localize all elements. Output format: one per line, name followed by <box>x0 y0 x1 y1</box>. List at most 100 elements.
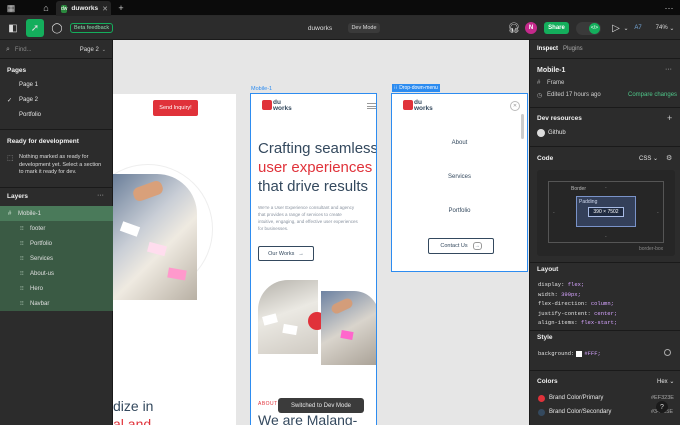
info-icon[interactable] <box>664 349 671 356</box>
logo-mark-icon <box>262 100 272 110</box>
content-size: 390 × 7502 <box>588 207 624 217</box>
dev-mode-badge[interactable]: Dev Mode <box>348 23 380 33</box>
autolayout-icon: ⁝⁝ <box>20 256 24 262</box>
send-inquiry-button[interactable]: Send Inquiry! <box>153 100 198 116</box>
layer-footer[interactable]: ⁝⁝ footer <box>0 221 113 236</box>
more-menu-icon[interactable]: ··· <box>660 0 678 16</box>
edited-time: Edited 17 hours ago <box>547 92 601 98</box>
dev-mode-toggle[interactable]: </> <box>576 21 601 35</box>
zoom-value: 74% <box>655 25 668 31</box>
desktop-frame[interactable]: Send Inquiry! dize in al and <box>113 94 236 425</box>
mobile-frame-label[interactable]: Mobile-1 <box>251 86 272 92</box>
tab-inspect[interactable]: Inspect <box>537 46 558 52</box>
layer-hero[interactable]: ⁝⁝ Hero <box>0 281 113 296</box>
code-line: justify-content: center; <box>538 309 617 319</box>
hamburger-icon[interactable] <box>367 103 376 109</box>
hero-line-2: user experiences <box>258 159 373 176</box>
menu-item-portfolio[interactable]: Portfolio <box>392 208 527 214</box>
margin-top-value: - <box>605 185 607 191</box>
padding-label: Padding <box>579 199 598 205</box>
share-button[interactable]: Share <box>544 22 569 34</box>
primary-color-name[interactable]: Brand Color/Primary <box>549 395 603 401</box>
layer-label: Hero <box>30 285 44 292</box>
user-avatar[interactable]: N <box>525 22 537 34</box>
code-language: CSS <box>639 156 652 162</box>
color-format-select[interactable]: Hex ⌄ <box>657 378 674 385</box>
margin-left-value: - <box>553 210 555 216</box>
selection-name: Mobile-1 <box>537 67 566 74</box>
search-icon: ⌕ <box>6 46 10 53</box>
layer-mobile-1[interactable]: # Mobile-1 <box>0 206 113 221</box>
code-language-select[interactable]: CSS ⌄ <box>639 155 658 162</box>
layout-code[interactable]: display: flex; width: 390px; flex-direct… <box>538 280 617 328</box>
layer-about-us[interactable]: ⁝⁝ About-us <box>0 266 113 281</box>
current-page-select[interactable]: Page 2 <box>80 47 99 53</box>
about-heading: We are Malang- <box>258 412 358 425</box>
toolbar: ◧ ➚ ◯ Beta feedback duworks Dev Mode 🎧︎ … <box>0 16 680 40</box>
selection-more-icon[interactable]: ··· <box>665 66 672 73</box>
tab-plugins[interactable]: Plugins <box>563 46 583 52</box>
code-title: Code <box>537 155 554 162</box>
our-works-button[interactable]: Our Works → <box>258 246 314 261</box>
chevron-down-icon[interactable]: ⌄ <box>102 47 106 53</box>
mobile-1-frame[interactable]: du works Crafting seamless user experien… <box>250 93 377 425</box>
close-menu-icon[interactable]: ✕ <box>510 101 520 111</box>
github-link[interactable]: Github <box>548 130 566 136</box>
page-item-1[interactable]: Page 1 <box>19 82 38 88</box>
primary-color-swatch <box>538 395 545 402</box>
contact-us-button[interactable]: Contact Us → <box>428 238 494 254</box>
hero-line-3: that drive results <box>258 178 369 195</box>
border-box: Border Padding 390 × 7502 - - - - <box>548 181 664 243</box>
drop-down-menu-frame[interactable]: du works ✕ About Services Portfolio Cont… <box>391 93 528 272</box>
menu-item-services[interactable]: Services <box>392 174 527 180</box>
compare-changes-link[interactable]: Compare changes <box>628 92 677 98</box>
find-input[interactable]: Find... <box>15 47 32 53</box>
help-button[interactable]: ? <box>656 401 668 413</box>
margin-right-value: - <box>657 210 659 216</box>
layer-navbar[interactable]: ⁝⁝ Navbar <box>0 296 113 311</box>
css-prop: display: <box>538 281 568 288</box>
new-tab-icon[interactable]: + <box>112 0 130 16</box>
code-settings-icon[interactable]: ⚙︎ <box>666 154 672 162</box>
beta-feedback-button[interactable]: Beta feedback <box>70 23 114 33</box>
design-canvas[interactable]: Send Inquiry! dize in al and Mobile-1 du… <box>113 40 529 425</box>
dropdown-frame-label[interactable]: ⁝⁝ Drop-down-menu <box>392 84 440 92</box>
color-format: Hex <box>657 379 668 385</box>
add-resource-icon[interactable]: + <box>667 113 672 123</box>
scrollbar[interactable] <box>521 114 524 139</box>
css-value: flex; <box>567 281 585 288</box>
layers-more-icon[interactable]: ··· <box>97 192 104 199</box>
autolayout-icon: ⁝⁝ <box>20 241 24 247</box>
app-menu-icon[interactable]: ▦ <box>2 0 20 16</box>
style-code[interactable]: background: #FFF; <box>538 349 601 359</box>
github-icon <box>537 129 545 137</box>
layer-label: footer <box>30 225 46 232</box>
file-tab[interactable]: dw duworks ✕ <box>56 1 111 16</box>
layer-portfolio[interactable]: ⁝⁝ Portfolio <box>0 236 113 251</box>
ai-icon[interactable]: A7 <box>633 19 643 37</box>
move-tool-icon[interactable]: ➚ <box>26 19 44 37</box>
title-bar: ▦ ⌂ dw duworks ✕ + ··· <box>0 0 680 16</box>
zoom-level[interactable]: 74% ⌄ <box>654 19 676 37</box>
file-name[interactable]: duworks <box>300 19 340 37</box>
present-play-icon[interactable]: ▷ <box>610 19 622 37</box>
page-item-portfolio[interactable]: Portfolio <box>19 112 41 118</box>
dropdown-frame-name: Drop-down-menu <box>399 85 438 91</box>
check-icon: ✓ <box>7 98 13 104</box>
file-favicon-icon: dw <box>61 4 68 13</box>
hero-photo <box>113 174 197 300</box>
main-menu-icon[interactable]: ◧ <box>4 19 22 37</box>
comment-tool-icon[interactable]: ◯ <box>48 19 66 37</box>
secondary-color-name[interactable]: Brand Color/Secondary <box>549 409 611 415</box>
ready-for-dev-text: Nothing marked as ready for development … <box>19 154 102 175</box>
present-chevron-icon[interactable]: ⌄ <box>622 19 630 37</box>
close-tab-icon[interactable]: ✕ <box>102 5 108 13</box>
page-item-2[interactable]: Page 2 <box>19 97 38 103</box>
autolayout-icon: ⁝⁝ <box>20 226 24 232</box>
headphones-icon[interactable]: 🎧︎ <box>507 19 521 37</box>
css-prop: justify-content: <box>538 309 595 317</box>
home-icon[interactable]: ⌂ <box>37 0 55 16</box>
layer-services[interactable]: ⁝⁝ Services <box>0 251 113 266</box>
menu-item-about[interactable]: About <box>392 140 527 146</box>
code-line: display: flex; <box>538 280 617 290</box>
